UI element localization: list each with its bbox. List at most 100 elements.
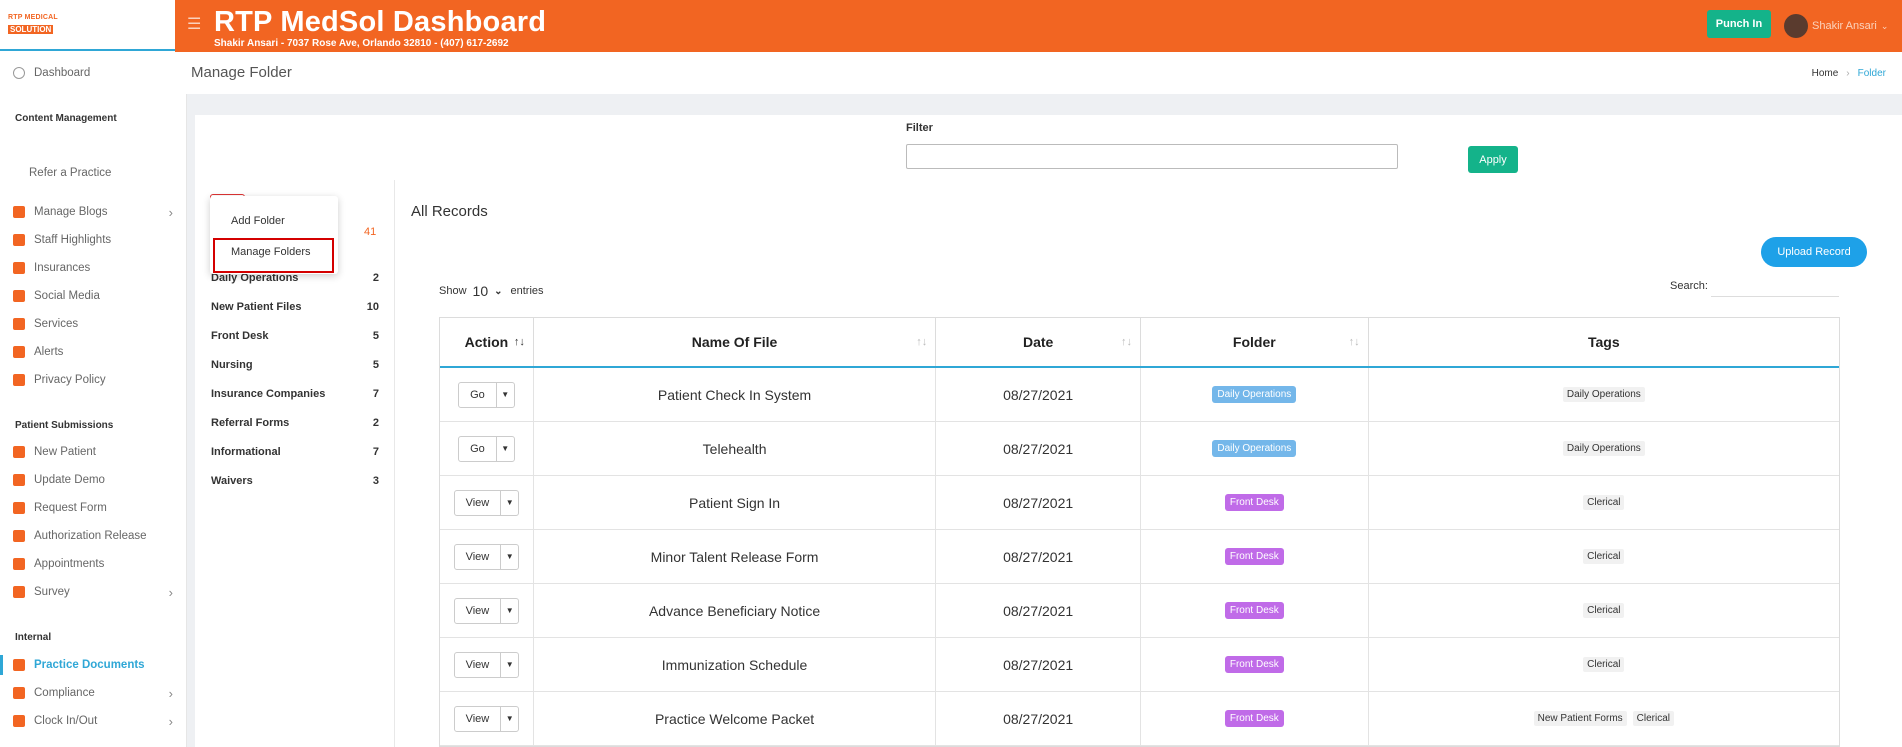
caret-down-icon[interactable]: ▼ [500,544,518,569]
action-button-group: View ▼ [453,651,520,678]
folder-cell: Front Desk [1141,530,1369,583]
folder-list-item[interactable]: Referral Forms 2 [211,417,379,429]
sidebar-item[interactable]: Staff Highlights [0,234,186,246]
sidebar-item[interactable]: Authorization Release [0,530,186,542]
sidebar-item[interactable]: New Patient [0,446,186,458]
tags-cell: Clerical [1369,584,1839,637]
column-header[interactable]: Date ↑↓ [936,318,1141,366]
sidebar-item[interactable]: Update Demo [0,474,186,486]
app-logo[interactable]: RTP MEDICAL SOLUTION [0,0,186,51]
file-name-cell: Patient Sign In [534,476,937,529]
folder-list-item[interactable]: New Patient Files 10 [211,301,379,313]
hamburger-icon[interactable]: ☰ [187,14,201,34]
folder-badge: Daily Operations [1212,440,1297,457]
folder-cell: Daily Operations [1141,422,1369,475]
sidebar-item-label: Compliance [34,687,95,699]
folder-list-item[interactable]: Insurance Companies 7 [211,388,379,400]
folder-cell: Front Desk [1141,584,1369,637]
table-row: View ▼ Advance Beneficiary Notice 08/27/202… [440,584,1839,638]
tags-cell: New Patient Forms Clerical [1369,692,1839,745]
action-button[interactable]: View [455,707,501,731]
folder-list-item[interactable]: Waivers 3 [211,475,379,487]
folder-count: 2 [372,272,379,284]
caret-down-icon[interactable]: ▼ [500,652,518,677]
search-input[interactable] [1711,277,1839,297]
menu-icon [13,530,25,542]
filter-input[interactable] [906,144,1398,169]
action-cell: View ▼ [440,692,534,745]
table-row: Go ▼ Patient Check In System 08/27/2021 Dail… [440,368,1839,422]
action-button[interactable]: View [455,491,501,515]
breadcrumb-current: Folder [1857,68,1886,79]
sidebar-item[interactable]: Practice Documents [0,655,186,675]
chevron-right-icon: › [168,584,173,600]
column-header[interactable]: Tags [1369,318,1839,366]
apply-button[interactable]: Apply [1468,146,1518,173]
sidebar-item[interactable]: Manage Blogs › [0,204,186,220]
entries-select[interactable]: 10 [473,283,489,299]
breadcrumb-home[interactable]: Home [1812,68,1839,79]
column-header[interactable]: Folder ↑↓ [1141,318,1369,366]
sidebar-item-dashboard[interactable]: Dashboard [0,67,186,79]
action-button[interactable]: View [455,545,501,569]
sidebar-item[interactable]: Appointments [0,558,186,570]
sidebar-item[interactable]: Social Media [0,290,186,302]
sidebar-item-label: Authorization Release [34,530,147,542]
file-name-cell: Patient Check In System [534,368,937,421]
chevron-down-icon[interactable]: ⌄ [494,286,502,297]
folder-badge: Front Desk [1224,494,1284,511]
menu-icon [13,234,25,246]
caret-down-icon[interactable]: ▼ [500,490,518,515]
sidebar-item[interactable]: Insurances [0,262,186,274]
sidebar-item[interactable]: Alerts [0,346,186,358]
column-header[interactable]: Name Of File ↑↓ [534,318,937,366]
column-header[interactable]: Action ↑↓ [440,318,534,366]
action-button[interactable]: Go [459,437,496,461]
tags-cell: Clerical [1369,476,1839,529]
section-content-management: Content Management [15,113,117,124]
upload-record-button[interactable]: Upload Record [1761,237,1867,267]
sidebar-item[interactable]: Compliance › [0,686,186,701]
top-bar: ☰ RTP MedSol Dashboard Shakir Ansari - 7… [175,0,1902,52]
file-name-cell: Minor Talent Release Form [534,530,937,583]
folder-list-item[interactable]: Nursing 5 [211,359,379,371]
sidebar-item[interactable]: Clock In/Out › [0,714,186,729]
tags-cell: Daily Operations [1369,368,1839,421]
user-menu[interactable]: Shakir Ansari ⌄ [1784,14,1888,38]
sidebar-item[interactable]: Request Form [0,502,186,514]
table-row: View ▼ Immunization Schedule 08/27/2021 Fron… [440,638,1839,692]
action-button[interactable]: View [455,653,501,677]
folder-name: Waivers [211,475,253,487]
sidebar-item-label: Staff Highlights [34,234,112,246]
caret-down-icon[interactable]: ▼ [500,706,518,731]
folder-list-item[interactable]: Front Desk 5 [211,330,379,342]
caret-down-icon[interactable]: ▼ [495,382,514,407]
sidebar-item-refer[interactable]: Refer a Practice [0,167,186,179]
caret-down-icon[interactable]: ▼ [495,436,514,461]
action-button-group: View ▼ [453,705,520,732]
menu-icon [13,446,25,458]
search-label: Search: [1670,280,1708,292]
action-button-group: View ▼ [453,489,520,516]
add-folder-menu-item[interactable]: Add Folder [231,215,285,227]
records-title: All Records [411,203,488,220]
folder-count: 2 [372,417,379,429]
folder-list-item[interactable]: Informational 7 [211,446,379,458]
page-title: Manage Folder [191,64,292,81]
caret-down-icon[interactable]: ▼ [500,598,518,623]
chevron-down-icon: ⌄ [1880,20,1889,31]
menu-icon [13,558,25,570]
tags-cell: Clerical [1369,530,1839,583]
sort-icon: ↑↓ [513,336,525,348]
sidebar-item[interactable]: Privacy Policy [0,374,186,386]
action-button[interactable]: Go [459,383,496,407]
tag-badge: Clerical [1632,711,1674,726]
chevron-right-icon: › [168,204,173,220]
sidebar-item[interactable]: Survey › [0,584,186,600]
action-button[interactable]: View [455,599,501,623]
punch-in-button[interactable]: Punch In [1707,10,1771,38]
date-cell: 08/27/2021 [936,422,1141,475]
sidebar-item[interactable]: Services [0,318,186,330]
menu-icon [13,290,25,302]
sidebar-item-label: Survey [34,586,70,598]
